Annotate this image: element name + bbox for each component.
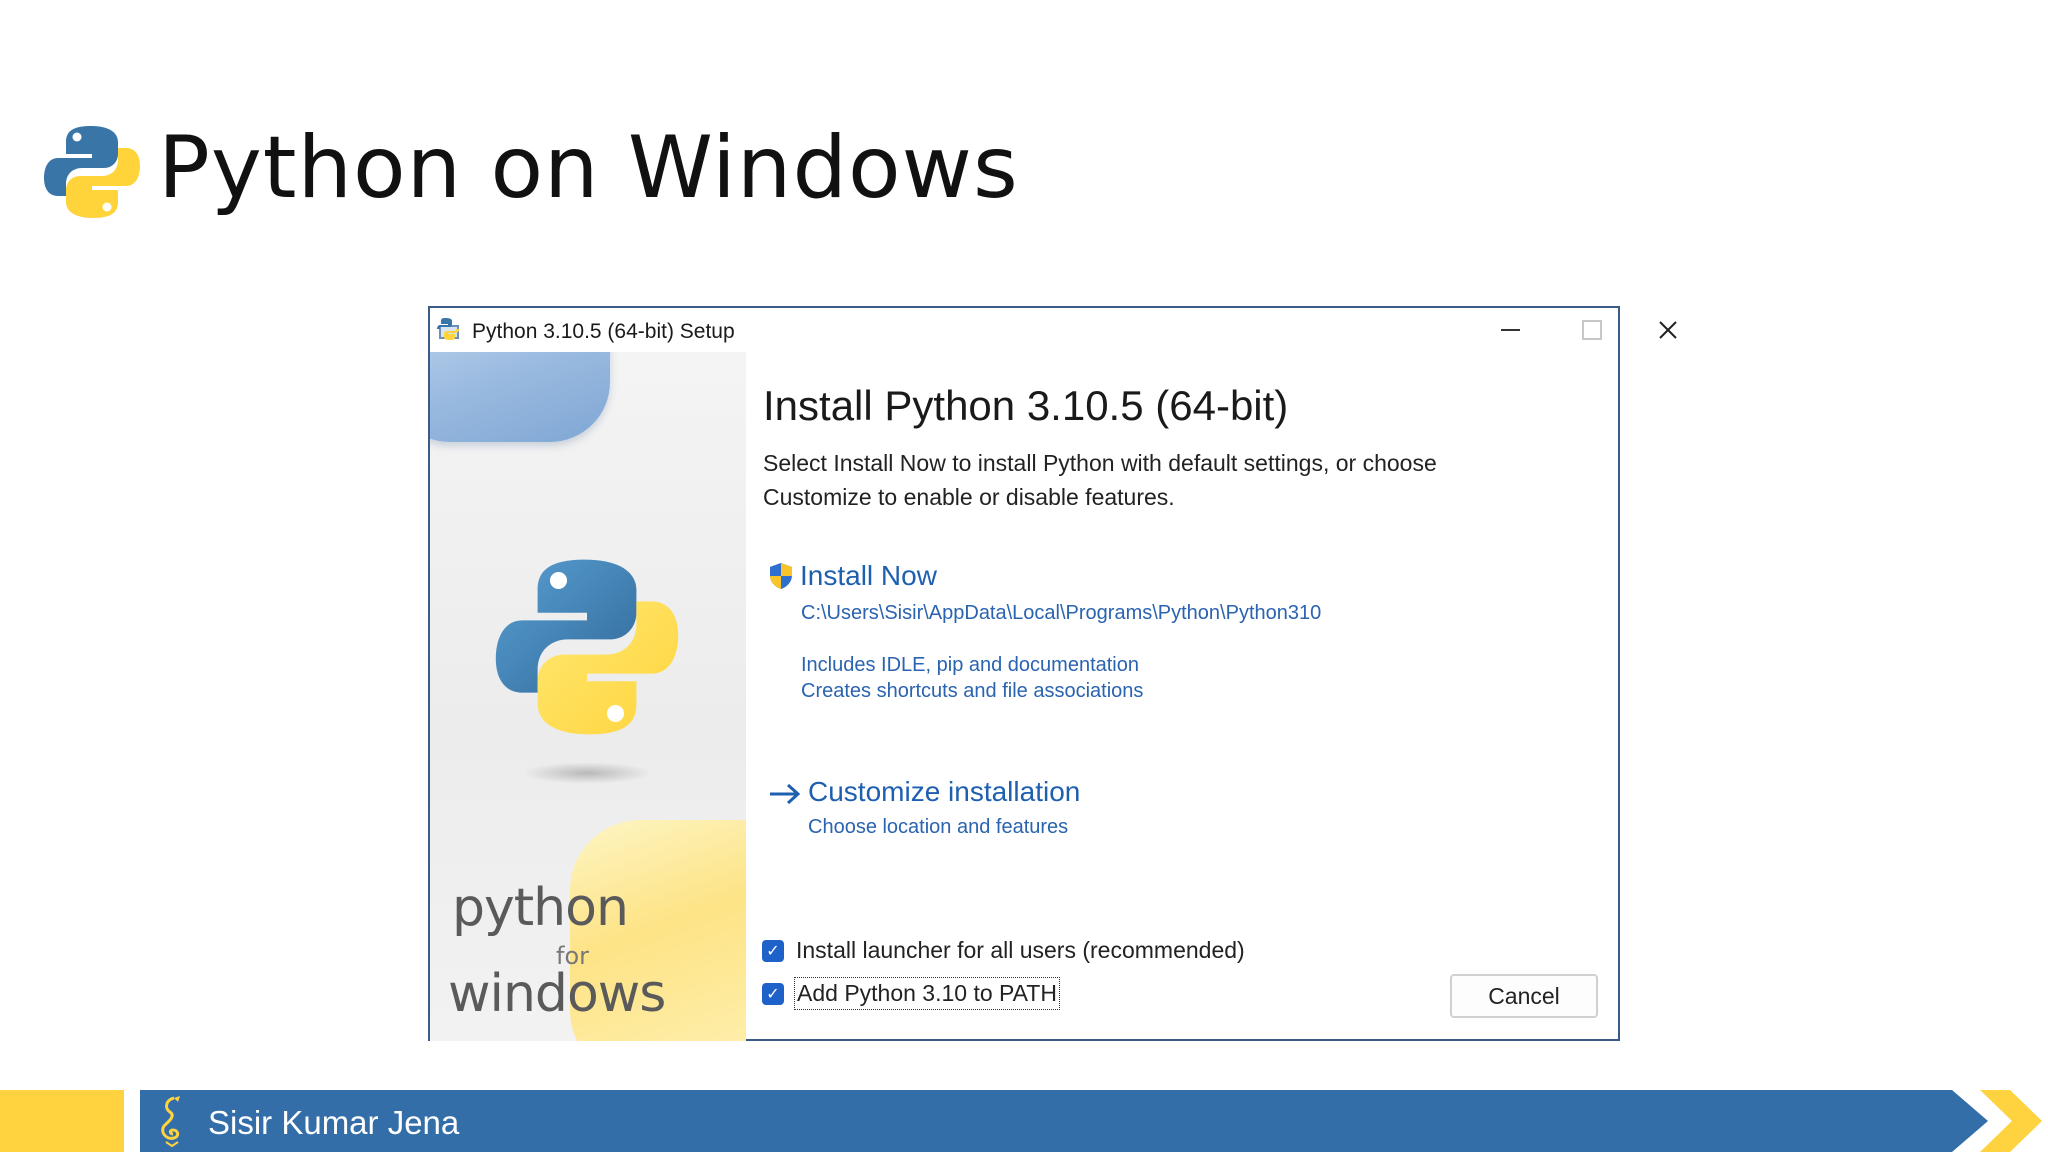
minimize-icon[interactable]	[1480, 312, 1540, 348]
install-launcher-checkbox-row[interactable]: ✓ Install launcher for all users (recomm…	[762, 935, 1247, 966]
python-logo-icon	[44, 126, 140, 218]
logo-shadow	[522, 762, 652, 784]
customize-detail: Choose location and features	[808, 816, 1069, 838]
installer-description: Select Install Now to install Python wit…	[763, 450, 1437, 510]
add-to-path-checkbox-row[interactable]: ✓ Add Python 3.10 to PATH	[762, 977, 1060, 1010]
shield-icon	[770, 563, 792, 589]
install-now-title[interactable]: Install Now	[800, 560, 937, 592]
install-detail-1: Includes IDLE, pip and documentation	[801, 654, 1139, 676]
slide-title: Python on Windows	[158, 118, 1019, 218]
banner-blue-shape	[430, 352, 610, 442]
install-now-option[interactable]: Install Now C:\Users\Sisir\AppData\Local…	[768, 556, 1388, 716]
installer-app-icon	[437, 318, 459, 340]
close-icon[interactable]	[1638, 312, 1698, 348]
python-logo-icon	[495, 559, 679, 735]
banner-windows-text: windows	[448, 964, 666, 1024]
footer-author-name: Sisir Kumar Jena	[208, 1104, 460, 1141]
maximize-icon[interactable]	[1562, 312, 1622, 348]
installer-banner: python for windows	[430, 352, 746, 1041]
arrow-right-icon	[770, 783, 801, 805]
install-path: C:\Users\Sisir\AppData\Local\Programs\Py…	[801, 602, 1322, 624]
cancel-button[interactable]: Cancel	[1450, 974, 1598, 1018]
install-launcher-checkbox[interactable]: ✓	[762, 939, 784, 962]
dragon-icon	[161, 1096, 180, 1148]
customize-title[interactable]: Customize installation	[808, 776, 1080, 808]
chevron-icon	[1980, 1090, 2042, 1152]
installer-heading: Install Python 3.10.5 (64-bit)	[763, 382, 1289, 429]
add-to-path-checkbox[interactable]: ✓	[762, 982, 784, 1005]
install-launcher-label[interactable]: Install launcher for all users (recommen…	[794, 935, 1247, 966]
window-title: Python 3.10.5 (64-bit) Setup	[472, 320, 735, 343]
window-titlebar[interactable]: Python 3.10.5 (64-bit) Setup	[430, 308, 1677, 352]
customize-installation-option[interactable]: Customize installation Choose location a…	[768, 772, 1188, 852]
footer-yellow-block	[0, 1090, 124, 1152]
install-detail-2: Creates shortcuts and file associations	[801, 680, 1144, 702]
add-to-path-label[interactable]: Add Python 3.10 to PATH	[794, 977, 1060, 1010]
banner-python-text: python	[452, 878, 629, 938]
installer-window: Python 3.10.5 (64-bit) Setup python for …	[428, 306, 1677, 1041]
